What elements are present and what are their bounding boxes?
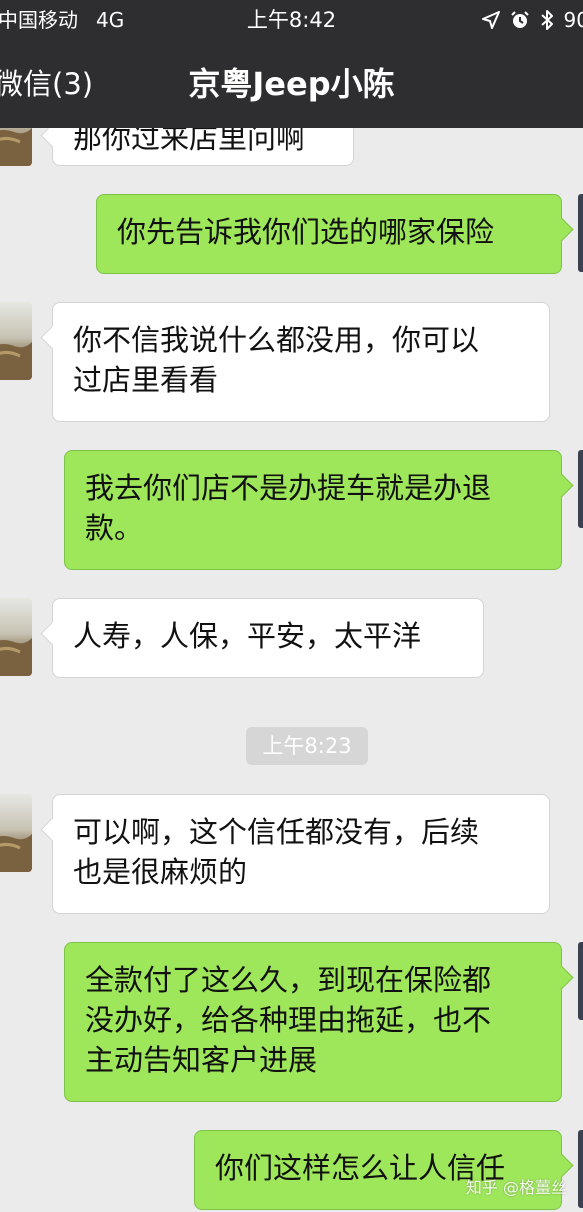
message-bubble-received[interactable]: 人寿，人保，平安，太平洋 <box>52 598 484 678</box>
message-bubble-sent[interactable]: 你先告诉我你们选的哪家保险 <box>96 194 562 274</box>
my-avatar[interactable] <box>578 194 583 272</box>
contact-avatar[interactable] <box>0 302 32 380</box>
message-bubble-sent[interactable]: 你们这样怎么让人信任 <box>194 1130 562 1210</box>
nav-bar: 微信(3) 京粤Jeep小陈 <box>0 40 583 128</box>
message-timestamp: 上午8:23 <box>246 727 368 765</box>
contact-avatar[interactable] <box>0 794 32 872</box>
bluetooth-icon <box>540 9 554 31</box>
message-bubble-received[interactable]: 你不信我说什么都没用，你可以 过店里看看 <box>52 302 550 422</box>
message-bubble-sent[interactable]: 我去你们店不是办提车就是办退 款。 <box>64 450 562 570</box>
my-avatar[interactable] <box>578 450 583 528</box>
top-bar: 中国移动 4G 上午8:42 90 微信(3) 京粤Jeep小陈 <box>0 0 583 128</box>
battery-percent: 90 <box>563 8 583 32</box>
my-avatar[interactable] <box>578 942 583 1020</box>
my-avatar[interactable] <box>578 1130 583 1208</box>
chat-title: 京粤Jeep小陈 <box>188 65 395 103</box>
contact-avatar[interactable] <box>0 598 32 676</box>
message-bubble-received[interactable]: 可以啊，这个信任都没有，后续 也是很麻烦的 <box>52 794 550 914</box>
watermark: 知乎 @格薑丝 <box>465 1178 567 1197</box>
status-bar: 中国移动 4G 上午8:42 90 <box>0 0 583 40</box>
chat-area[interactable]: 那你过来店里问啊 你先告诉我你们选的哪家保险 你不信我说什么都没用，你可以 过店… <box>0 0 583 1212</box>
alarm-clock-icon <box>510 10 530 30</box>
location-arrow-icon <box>481 11 500 29</box>
status-icons: 90 <box>481 0 583 40</box>
message-bubble-sent[interactable]: 全款付了这么久，到现在保险都 没办好，给各种理由拖延，也不 主动告知客户进展 <box>64 942 562 1102</box>
